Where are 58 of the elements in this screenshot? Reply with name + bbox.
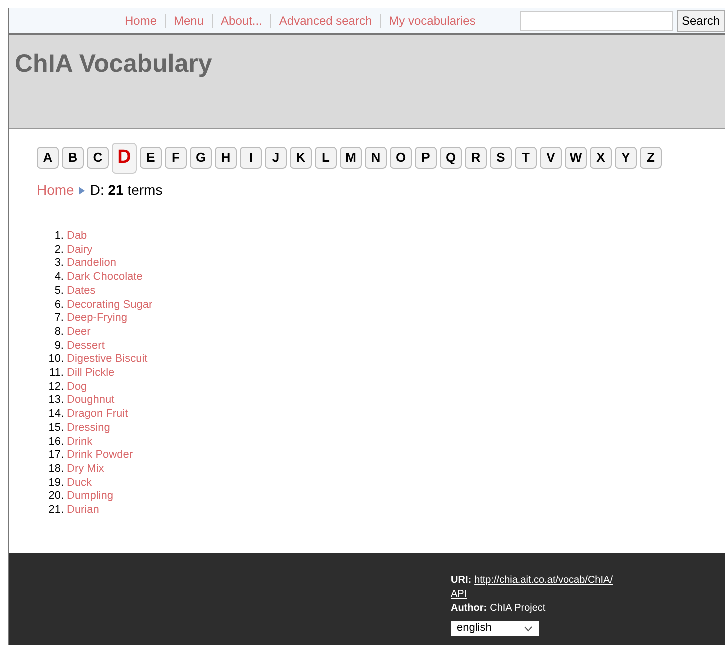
author-label: Author: — [451, 602, 488, 616]
list-number: 8. — [54, 326, 65, 340]
list-number: 3. — [54, 257, 65, 272]
uri-label: URI: — [451, 574, 472, 588]
letter-button[interactable]: V — [540, 147, 562, 169]
search-button[interactable]: Search — [676, 10, 725, 32]
chevron-down-icon — [524, 626, 533, 632]
letter-button[interactable]: C — [87, 147, 109, 169]
letter-button[interactable]: Q — [440, 147, 462, 169]
api-link[interactable]: API — [451, 588, 468, 602]
list-number: 15. — [48, 422, 65, 436]
list-number: 1. — [54, 230, 65, 244]
letter-button[interactable]: P — [415, 147, 437, 169]
list-number: 4. — [54, 271, 65, 285]
list-number: 21. — [48, 504, 65, 518]
list-number: 10. — [48, 353, 65, 368]
letter-button[interactable]: O — [390, 147, 412, 169]
list-number: 16. — [48, 436, 65, 450]
list-number: 18. — [48, 462, 65, 477]
letter-button[interactable]: T — [515, 147, 537, 169]
letter-button[interactable]: B — [62, 147, 84, 169]
letter-button[interactable]: E — [140, 147, 162, 169]
letter-button[interactable]: N — [365, 147, 387, 169]
letter-button[interactable]: S — [490, 147, 512, 169]
letter-button[interactable]: R — [465, 147, 487, 169]
list-number: 17. — [48, 449, 65, 463]
letter-button[interactable]: D — [112, 142, 137, 174]
letter-button[interactable]: K — [290, 147, 312, 169]
list-number: 7. — [54, 312, 65, 326]
list-number: 14. — [48, 408, 65, 422]
page-title: ChIA Vocabulary — [15, 52, 212, 77]
letter-button[interactable]: G — [190, 147, 212, 169]
letter-button[interactable]: W — [565, 147, 587, 169]
list-number: 11. — [48, 367, 65, 381]
list-number: 19. — [48, 476, 65, 490]
letter-button[interactable]: Z — [640, 147, 662, 169]
breadcrumb-current: D: 21 terms — [90, 181, 163, 200]
list-number: 2. — [54, 244, 65, 258]
list-number: 5. — [54, 284, 65, 299]
breadcrumb-arrow-icon — [79, 186, 86, 194]
letter-button[interactable]: F — [165, 147, 187, 169]
letter-button[interactable]: Y — [615, 147, 637, 169]
letter-button[interactable]: H — [215, 147, 237, 169]
letter-button[interactable]: I — [240, 147, 262, 169]
list-number: 9. — [54, 340, 65, 354]
list-number: 12. — [48, 380, 65, 394]
list-number: 6. — [54, 298, 65, 312]
uri-link[interactable]: http://chia.ait.co.at/vocab/ChIA/ — [474, 574, 613, 588]
list-number: 20. — [48, 490, 65, 504]
letter-button[interactable]: X — [590, 147, 612, 169]
letter-button[interactable]: J — [265, 147, 287, 169]
language-select[interactable]: english — [451, 621, 539, 636]
letter-button[interactable]: A — [37, 147, 59, 169]
letter-button[interactable]: M — [340, 147, 362, 169]
letter-button[interactable]: L — [315, 147, 337, 169]
author-name: ChIA Project — [490, 602, 546, 616]
search-field[interactable] — [520, 10, 673, 30]
list-number: 13. — [48, 394, 65, 408]
